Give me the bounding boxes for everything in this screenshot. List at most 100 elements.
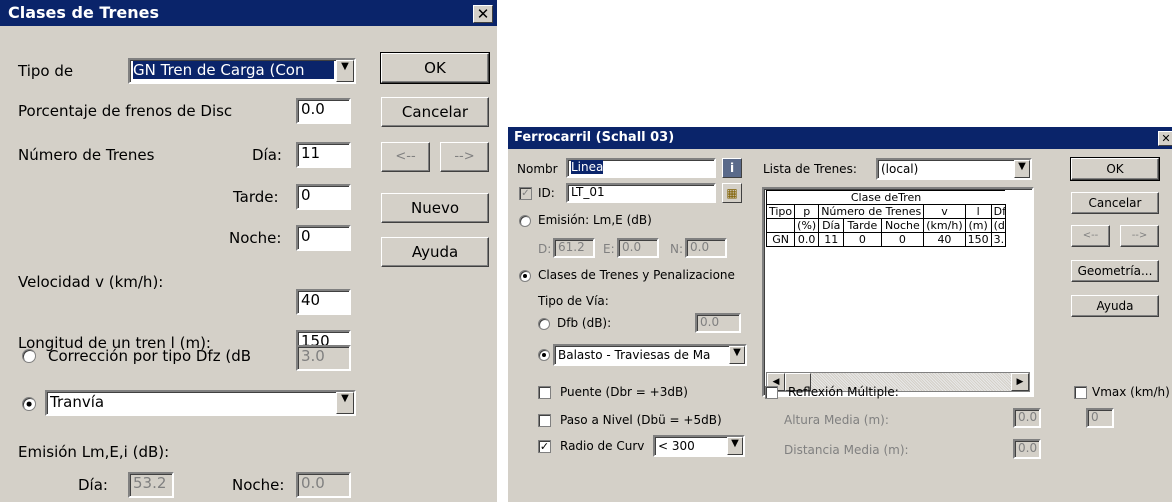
chevron-down-icon[interactable]: ▼ (1014, 160, 1030, 178)
dfb-input: 0.0 (695, 313, 741, 333)
cancelar-button[interactable]: Cancelar (1071, 192, 1159, 214)
chevron-down-icon[interactable]: ▼ (336, 60, 354, 82)
n-label: N: (670, 242, 684, 256)
e-label: E: (603, 242, 615, 256)
dfb-label: Dfb (dB): (557, 316, 612, 330)
emision-dia-label: Día: (78, 476, 108, 494)
chevron-down-icon[interactable]: ▼ (336, 392, 354, 414)
dfb-radio[interactable] (538, 318, 550, 330)
col-l: l (964, 204, 992, 219)
id-input[interactable]: LT_01 (566, 183, 716, 203)
n-input: 0.0 (685, 238, 727, 258)
id-label: ID: (538, 186, 555, 200)
tranvia-select[interactable]: Tranvía ▼ (45, 390, 356, 416)
clases-label: Clases de Trenes y Penalizacione (538, 268, 735, 282)
sub-v: (km/h) (923, 218, 966, 233)
clases-radio[interactable] (519, 270, 531, 282)
nuevo-button[interactable]: Nuevo (381, 193, 489, 223)
nombre-input[interactable]: Linea (566, 158, 716, 178)
sub-tarde: Tarde (843, 218, 882, 233)
sub-dia: Día (818, 218, 845, 233)
lista-trenes-label: Lista de Trenes: (763, 162, 857, 176)
prev-button[interactable]: <-- (1071, 225, 1110, 247)
d-label: D: (538, 242, 552, 256)
prev-button[interactable]: <-- (381, 142, 430, 172)
geometria-button[interactable]: Geometría... (1071, 260, 1159, 282)
altura-label: Altura Media (m): (784, 413, 889, 427)
sub-noche: Noche (880, 218, 925, 233)
tipo-select[interactable]: GN Tren de Carga (Con ▼ (128, 58, 356, 84)
close-icon[interactable]: ✕ (473, 5, 493, 23)
porcentaje-input[interactable]: 0.0 (296, 98, 351, 124)
paso-label: Paso a Nivel (Dbü = +5dB) (560, 413, 722, 427)
close-icon[interactable]: ✕ (1158, 131, 1172, 146)
cell-noche: 0 (880, 232, 925, 247)
velocidad-label: Velocidad v (km/h): (18, 273, 164, 291)
noche-input[interactable]: 0 (296, 225, 351, 251)
vmax-checkbox[interactable] (1074, 386, 1087, 399)
emision-label: Emisión: Lm,E (dB) (538, 213, 652, 227)
emision-dia-value: 53.2 (128, 472, 174, 498)
paso-checkbox[interactable] (538, 414, 551, 427)
cell-l: 150 (964, 232, 992, 247)
radio-curva-checkbox[interactable]: ✓ (538, 440, 551, 453)
ok-button[interactable]: OK (380, 52, 490, 84)
balasto-select[interactable]: Balasto - Traviesas de Ma ▼ (553, 344, 747, 366)
table-subheader-row: (%) Día Tarde Noche (km/h) (m) (dB (765, 218, 1006, 233)
emision-radio[interactable] (519, 215, 531, 227)
grid-icon[interactable]: ▦ (722, 183, 742, 203)
cell-dia: 11 (818, 232, 845, 247)
col-v: v (923, 204, 966, 219)
correccion-radio[interactable] (22, 349, 36, 363)
ayuda-button[interactable]: Ayuda (381, 237, 489, 267)
col-tipo: Tipo (765, 204, 796, 219)
velocidad-input[interactable]: 40 (296, 289, 351, 315)
balasto-radio[interactable] (538, 349, 550, 361)
radio-curva-select-value: < 300 (658, 439, 695, 453)
correccion-label: Corrección por tipo Dfz (dB (48, 347, 252, 365)
dia-input[interactable]: 11 (296, 142, 351, 168)
puente-checkbox[interactable] (538, 386, 551, 399)
chevron-down-icon[interactable]: ▼ (727, 437, 743, 455)
scroll-right-icon[interactable]: ▶ (1011, 373, 1029, 391)
sub-p: (%) (794, 218, 820, 233)
numero-trenes-label: Número de Trenes (18, 146, 155, 164)
distancia-input: 0.0 (1013, 439, 1041, 459)
clases-de-trenes-dialog: Clases de Trenes ✕ Tipo de GN Tren de Ca… (0, 0, 497, 502)
reflexion-label: Reflexión Múltiple: (788, 385, 899, 399)
radio-curva-select[interactable]: < 300 ▼ (653, 435, 745, 457)
tipo-label: Tipo de (18, 62, 74, 80)
cancelar-button[interactable]: Cancelar (381, 97, 489, 127)
dia-label: Día: (252, 146, 282, 164)
ok-button[interactable]: OK (1070, 157, 1160, 181)
tipo-select-value: GN Tren de Carga (Con (133, 61, 334, 79)
dialog-title: Ferrocarril (Schall 03) (508, 127, 1172, 149)
table-header-row: Tipo p Número de Trenes v l Dfz (765, 204, 1006, 219)
e-input: 0.0 (617, 238, 659, 258)
lista-trenes-select[interactable]: (local) ▼ (876, 158, 1032, 180)
cell-tarde: 0 (843, 232, 882, 247)
col-numero: Número de Trenes (818, 204, 925, 219)
emision-noche-label: Noche: (232, 476, 285, 494)
tranvia-radio[interactable] (22, 397, 36, 411)
emision-label: Emisión Lm,E,i (dB): (18, 443, 170, 461)
trenes-table: Clase deTren Tipo p Número de Trenes v l… (765, 190, 1006, 247)
tranvia-select-value: Tranvía (50, 393, 105, 411)
porcentaje-label: Porcentaje de frenos de Disc (18, 102, 233, 120)
table-row[interactable]: GN 0.0 11 0 0 40 150 3. (765, 232, 1006, 247)
cell-p: 0.0 (794, 232, 820, 247)
id-checkbox[interactable]: ✓ (519, 187, 532, 200)
info-icon[interactable]: i (722, 158, 742, 178)
nombre-input-value: Linea (571, 160, 604, 174)
next-button[interactable]: --> (1120, 225, 1159, 247)
ayuda-button[interactable]: Ayuda (1071, 295, 1159, 317)
balasto-select-value: Balasto - Traviesas de Ma (558, 348, 711, 362)
vmax-input: 0 (1086, 408, 1114, 428)
chevron-down-icon[interactable]: ▼ (729, 346, 745, 364)
vmax-label: Vmax (km/h) (1092, 385, 1170, 399)
next-button[interactable]: --> (440, 142, 489, 172)
tarde-input[interactable]: 0 (296, 184, 351, 210)
reflexion-checkbox[interactable] (765, 386, 778, 399)
table-caption: Clase deTren (766, 190, 1006, 205)
correccion-input: 3.0 (296, 345, 351, 371)
